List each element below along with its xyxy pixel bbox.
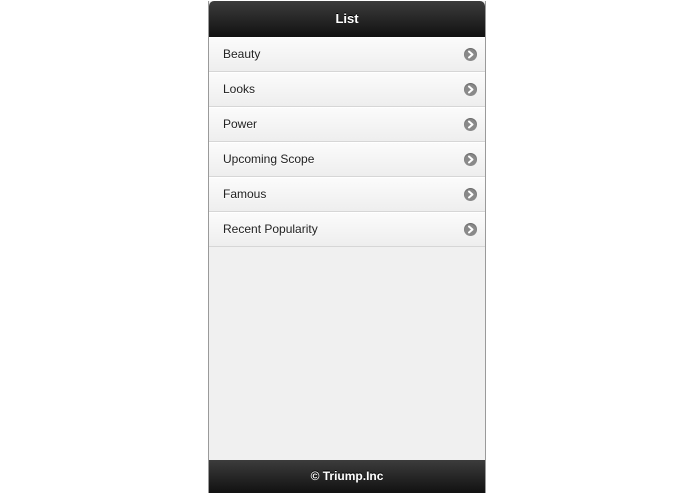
list-item-famous[interactable]: Famous bbox=[209, 177, 485, 212]
arrow-right-icon bbox=[464, 118, 477, 131]
list-item-label: Looks bbox=[223, 82, 256, 96]
list-item-beauty[interactable]: Beauty bbox=[209, 37, 485, 72]
list-item-upcoming-scope[interactable]: Upcoming Scope bbox=[209, 142, 485, 177]
list-item-label: Power bbox=[223, 117, 258, 131]
list-item-label: Upcoming Scope bbox=[223, 152, 315, 166]
arrow-right-icon bbox=[464, 223, 477, 236]
arrow-right-icon bbox=[464, 153, 477, 166]
list-item-label: Recent Popularity bbox=[223, 222, 318, 236]
list-item-label: Famous bbox=[223, 187, 267, 201]
footer-bar: © Triump.Inc bbox=[209, 460, 485, 493]
mobile-page: List Beauty Looks Power Upcoming Scope F… bbox=[208, 1, 486, 493]
arrow-right-icon bbox=[464, 83, 477, 96]
list-view: Beauty Looks Power Upcoming Scope Famous bbox=[209, 37, 485, 247]
list-item-power[interactable]: Power bbox=[209, 107, 485, 142]
arrow-right-icon bbox=[464, 48, 477, 61]
footer-copyright: © Triump.Inc bbox=[310, 469, 384, 483]
list-item-recent-popularity[interactable]: Recent Popularity bbox=[209, 212, 485, 247]
list-item-looks[interactable]: Looks bbox=[209, 72, 485, 107]
arrow-right-icon bbox=[464, 188, 477, 201]
list-item-label: Beauty bbox=[223, 47, 261, 61]
page-title: List bbox=[335, 11, 359, 26]
header-bar: List bbox=[209, 1, 485, 37]
